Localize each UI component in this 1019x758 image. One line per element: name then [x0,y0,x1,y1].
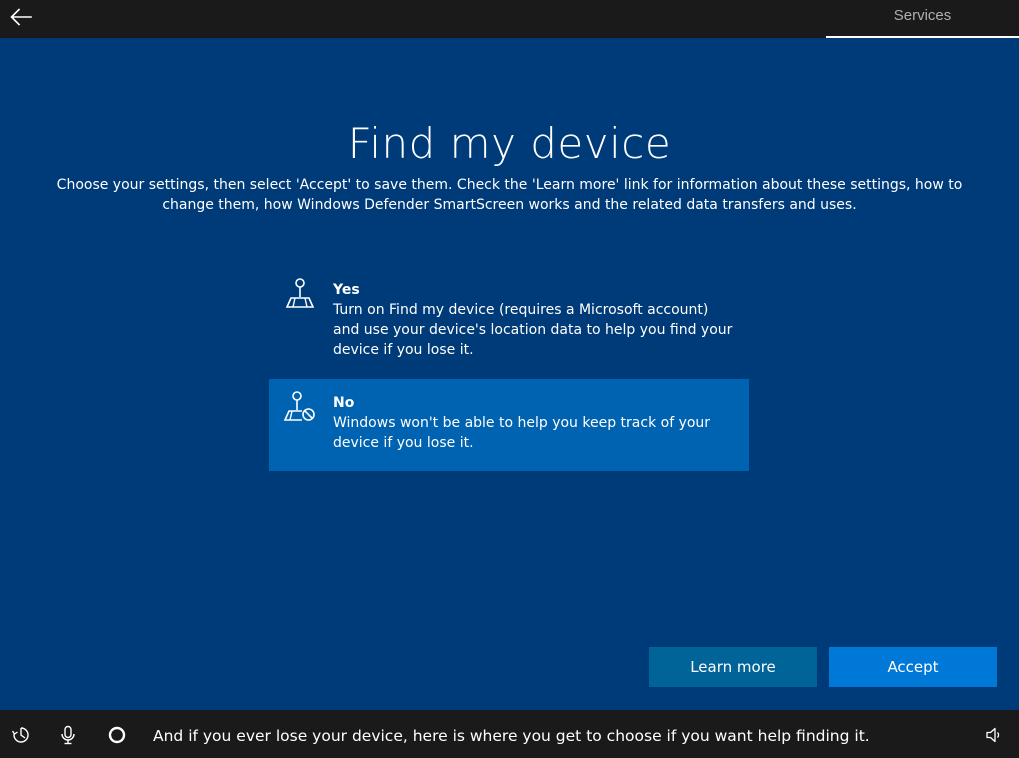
main-content: Find my device Choose your settings, the… [0,38,1019,710]
option-yes-text: Yes Turn on Find my device (requires a M… [333,280,733,360]
oobe-window: Services Find my device Choose your sett… [0,0,1019,758]
option-yes-description: Turn on Find my device (requires a Micro… [333,302,733,358]
option-no-description: Windows won't be able to help you keep t… [333,415,711,451]
tab-services-label: Services [893,7,952,24]
option-no[interactable]: No Windows won't be able to help you kee… [269,379,749,471]
option-no-title: No [333,395,355,411]
location-map-icon [283,276,317,310]
page-title: Find my device [347,119,672,168]
ease-of-access-icon[interactable] [10,724,32,746]
back-arrow-icon [10,8,32,26]
top-bar: Services [0,0,1019,38]
accept-button[interactable]: Accept [829,647,997,687]
microphone-icon[interactable] [57,724,79,746]
location-map-off-icon [283,389,317,423]
option-yes-title: Yes [333,282,360,298]
option-yes[interactable]: Yes Turn on Find my device (requires a M… [269,266,749,366]
bottom-bar: And if you ever lose your device, here i… [0,710,1019,758]
option-no-text: No Windows won't be able to help you kee… [333,393,733,453]
page-subtitle: Choose your settings, then select 'Accep… [56,177,963,213]
cortana-icon[interactable] [106,724,128,746]
back-button[interactable] [6,3,36,31]
tab-services: Services [826,0,1019,38]
narration-caption: And if you ever lose your device, here i… [153,727,870,745]
learn-more-button[interactable]: Learn more [649,647,817,687]
volume-icon[interactable] [984,724,1006,746]
